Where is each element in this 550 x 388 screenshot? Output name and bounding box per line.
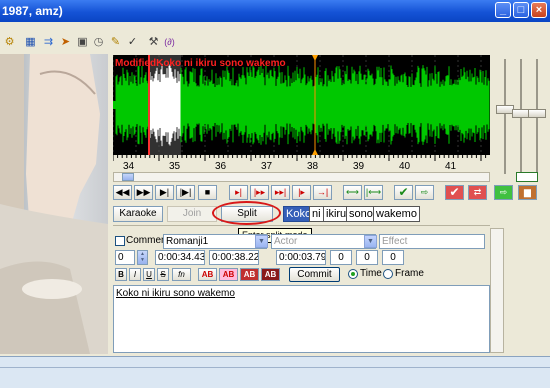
divider <box>113 225 490 226</box>
commit-button[interactable]: Commit <box>289 267 340 282</box>
tick-label: 41 <box>445 161 457 172</box>
highlight-circle <box>212 201 281 225</box>
next-after-commit-toggle[interactable]: ⇨ <box>494 185 513 200</box>
play-line-button[interactable]: |▶| <box>176 185 195 200</box>
window-title: 1987, amz) <box>2 4 63 18</box>
video-display[interactable] <box>0 54 108 354</box>
time-label: Time <box>360 268 382 279</box>
automation-icon[interactable]: (∂) <box>163 36 176 49</box>
shadow-color-button[interactable]: AB <box>261 268 280 281</box>
secondary-color-button[interactable]: AB <box>219 268 238 281</box>
strikeout-button[interactable]: S <box>157 268 169 281</box>
leadout-button[interactable]: |⟷ <box>364 185 383 200</box>
clock-icon[interactable]: ◷ <box>92 36 105 49</box>
video-frame-image <box>0 54 108 354</box>
link-zoom-toggle[interactable] <box>516 172 538 182</box>
hammer-icon[interactable]: ⚒ <box>147 36 160 49</box>
close-button[interactable]: × <box>531 2 547 18</box>
join-button[interactable]: Join <box>167 206 217 222</box>
slider-track <box>504 59 506 174</box>
title-bar <box>0 0 550 22</box>
play-before-button[interactable]: ▸| <box>229 185 248 200</box>
tick-label: 34 <box>123 161 135 172</box>
syllable-ni[interactable]: ni <box>309 206 324 222</box>
karaoke-button[interactable]: Karaoke <box>113 206 163 222</box>
actor-dropdown-icon[interactable]: ▼ <box>364 235 377 248</box>
tick-label: 38 <box>307 161 319 172</box>
autoscroll-toggle[interactable]: ⇄ <box>468 185 487 200</box>
play-to-end-button[interactable]: →| <box>313 185 332 200</box>
prev-line-button[interactable]: ◀◀ <box>113 185 132 200</box>
start-time-field[interactable]: 0:00:34.43 <box>155 250 205 265</box>
margin-left-field[interactable]: 0 <box>330 250 352 265</box>
fish-icon[interactable]: ➤ <box>59 36 72 49</box>
scrollbar-thumb[interactable] <box>122 173 134 181</box>
style-select[interactable]: Romanji1 <box>163 234 267 249</box>
italic-button[interactable]: I <box>129 268 141 281</box>
volume-slider[interactable] <box>528 109 546 118</box>
effect-field[interactable]: Effect <box>379 234 485 249</box>
waveform-graph <box>112 55 490 155</box>
frame-radio[interactable] <box>383 269 393 279</box>
grid-row-divider <box>0 367 550 368</box>
minimize-button[interactable]: _ <box>495 2 511 18</box>
autocommit-toggle[interactable]: ✔ <box>445 185 464 200</box>
style-dropdown-icon[interactable]: ▼ <box>255 235 268 248</box>
underline-button[interactable]: U <box>143 268 155 281</box>
actor-field[interactable]: Actor <box>271 234 376 249</box>
primary-color-button[interactable]: AB <box>198 268 217 281</box>
maximize-button[interactable]: □ <box>513 2 529 18</box>
spectrum-toggle[interactable]: ▆ <box>518 185 537 200</box>
tick-label: 35 <box>169 161 181 172</box>
jump-icon[interactable]: ⇉ <box>42 36 55 49</box>
goto-button[interactable]: ⇨ <box>415 185 434 200</box>
tick-label: 39 <box>353 161 365 172</box>
tick-label: 36 <box>215 161 227 172</box>
next-line-button[interactable]: ▶▶ <box>134 185 153 200</box>
outline-color-button[interactable]: AB <box>240 268 259 281</box>
waveform-scrollbar[interactable] <box>113 172 490 182</box>
subtitle-text-editor[interactable]: Koko ni ikiru sono wakemo <box>113 285 490 353</box>
play-selection-button[interactable]: ▶| <box>155 185 174 200</box>
duration-field[interactable]: 0:00:03.79 <box>276 250 326 265</box>
margin-right-field[interactable]: 0 <box>356 250 378 265</box>
time-radio[interactable] <box>348 269 358 279</box>
play-after-start-button[interactable]: |▸▸ <box>250 185 269 200</box>
commit-check-button[interactable]: ✔ <box>394 185 413 200</box>
settings-icon[interactable]: ⚙ <box>3 36 16 49</box>
check-icon[interactable]: ✓ <box>126 36 139 49</box>
spell-icon[interactable]: ✎ <box>109 36 122 49</box>
audio-waveform[interactable]: ModifiedKoko ni ikiru sono wakemo <box>112 55 490 155</box>
end-time-field[interactable]: 0:00:38.22 <box>209 250 259 265</box>
frame-label: Frame <box>395 268 424 279</box>
layer-spin-icon[interactable]: ▲ ▼ <box>137 250 148 265</box>
end-marker-handle[interactable] <box>312 55 318 61</box>
tick-label: 40 <box>399 161 411 172</box>
radio-dot <box>351 272 355 276</box>
grid-icon[interactable]: ▣ <box>76 36 89 49</box>
play-before-end-button[interactable]: ▸▸| <box>271 185 290 200</box>
subtitle-grid[interactable] <box>0 356 550 388</box>
bold-button[interactable]: B <box>115 268 127 281</box>
waveform-label: ModifiedKoko ni ikiru sono wakemo <box>115 58 286 69</box>
font-button[interactable]: fn <box>172 268 191 281</box>
leadin-button[interactable]: ⟷ <box>343 185 362 200</box>
syllable-sono[interactable]: sono <box>346 206 376 222</box>
stop-button[interactable]: ■ <box>198 185 217 200</box>
layer-field[interactable]: 0 <box>115 250 135 265</box>
tick-label: 37 <box>261 161 273 172</box>
editor-scrollbar[interactable] <box>490 228 504 353</box>
video-details-icon[interactable]: ▦ <box>24 36 37 49</box>
margin-vertical-field[interactable]: 0 <box>382 250 404 265</box>
subtitle-text: Koko ni ikiru sono wakemo <box>116 288 235 299</box>
comment-checkbox[interactable] <box>115 236 125 246</box>
play-after-end-button[interactable]: |▸ <box>292 185 311 200</box>
zoom-sliders <box>494 55 546 182</box>
syllable-wakemo[interactable]: wakemo <box>373 206 420 222</box>
